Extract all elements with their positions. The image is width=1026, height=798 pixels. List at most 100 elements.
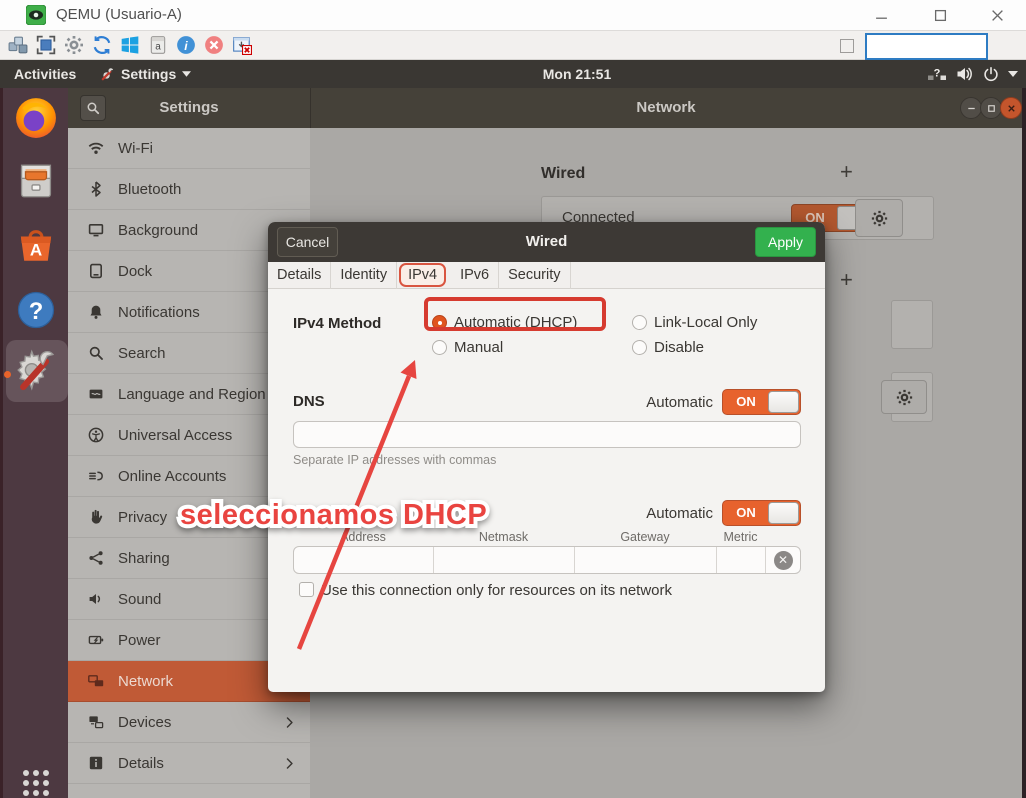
sidebar-item-label: Bluetooth [118,181,181,198]
shutdown-button[interactable] [202,34,225,57]
maximize-button[interactable] [927,3,953,27]
add-vpn-button[interactable]: + [840,267,853,293]
qemu-titlebar: QEMU (Usuario-A) [0,0,1026,31]
gear-gray-button[interactable] [62,34,85,57]
sidebar-item-label: Sharing [118,550,170,567]
tab-details[interactable]: Details [268,262,331,289]
sidebar-item-devices[interactable]: Devices [68,702,310,743]
online-accounts-icon [88,468,104,484]
routes-automatic-label: Automatic [600,505,713,522]
ipv4-method-label: IPv4 Method [293,315,381,332]
method-label: Disable [654,339,704,356]
clock[interactable]: Mon 21:51 [543,60,611,88]
route-gateway-input[interactable] [575,547,717,573]
qemu-app-icon [26,5,46,25]
route-netmask-input[interactable] [434,547,575,573]
refresh-button[interactable] [90,34,113,57]
clear-icon: ✕ [774,551,793,570]
sidebar-item-label: Sound [118,591,161,608]
app-menu[interactable]: Settings [100,60,191,88]
settings-menu-icon [100,67,115,82]
ubuntu-topbar: Activities Settings Mon 21:51 ? [0,60,1026,88]
dock-panel-icon [88,263,104,279]
window-close-button[interactable] [1000,97,1022,119]
sidebar-item-label: Background [118,222,198,239]
method-link-local-only[interactable]: Link-Local Only [632,310,757,335]
dns-input[interactable] [293,421,801,448]
local-only-label: Use this connection only for resources o… [321,582,672,599]
cancel-button[interactable]: Cancel [277,227,338,257]
maximize-icon [986,103,997,114]
screen: QEMU (Usuario-A) ai Activities Settings … [0,0,1026,798]
dock-item-show-applications[interactable] [21,768,51,798]
method-manual[interactable]: Manual [432,335,577,360]
local-only-checkbox[interactable] [299,582,314,597]
desktop-edge [1022,88,1026,798]
background-icon [88,222,104,238]
char-doc-button[interactable]: a [146,34,169,57]
capture-window-button[interactable] [230,34,253,57]
route-metric-input[interactable] [717,547,766,573]
settings-app-icon [12,346,60,394]
sidebar-item-label: Wi-Fi [118,140,153,157]
dock-item-firefox[interactable] [14,96,58,140]
route-input-row: ✕ [293,546,801,574]
network-question-icon[interactable]: ? [927,66,947,82]
vpn-options-button[interactable] [881,380,927,414]
routes-automatic-toggle[interactable]: ON [722,500,801,526]
vm-boxes-icon [8,35,28,55]
tab-security[interactable]: Security [499,262,570,289]
dns-automatic-label: Automatic [600,394,713,411]
close-button[interactable] [984,3,1010,27]
close-icon [991,9,1004,22]
apply-button[interactable]: Apply [755,227,816,257]
wired-options-button[interactable] [855,199,903,237]
sidebar-item-bluetooth[interactable]: Bluetooth [68,169,310,210]
dock-item-settings[interactable] [12,346,60,394]
shutdown-icon [204,35,224,55]
windows-logo-button[interactable] [118,34,141,57]
info-circle-button[interactable]: i [174,34,197,57]
dns-automatic-toggle[interactable]: ON [722,389,801,415]
minimize-button[interactable] [868,3,894,27]
sound-icon [88,591,104,607]
tab-identity[interactable]: Identity [331,262,397,289]
tab-ipv4[interactable]: IPv4 [399,263,446,287]
route-column-metric: Metric [716,530,765,544]
search-icon [88,345,104,361]
minimize-icon [966,103,977,114]
info-square-icon [88,755,104,771]
activities-button[interactable]: Activities [14,60,76,88]
sidebar-item-label: Notifications [118,304,200,321]
window-title: QEMU (Usuario-A) [56,0,182,30]
window-minimize-button[interactable] [960,97,982,119]
caret-down-icon[interactable] [1008,66,1018,82]
volume-icon[interactable] [956,66,974,82]
sidebar-item-details[interactable]: Details [68,743,310,784]
qemu-toolbar-square [840,39,854,53]
route-clear-button[interactable]: ✕ [766,547,800,573]
dialog-tabbar: DetailsIdentityIPv4IPv6Security [268,262,825,289]
firefox-icon [14,96,58,140]
dock-item-help[interactable]: ? [16,290,56,330]
focused-input-box[interactable] [865,33,988,60]
vm-boxes-button[interactable] [6,34,29,57]
sidebar-item-wi-fi[interactable]: Wi-Fi [68,128,310,169]
route-column-gateway: Gateway [574,530,716,544]
gear-icon [896,389,913,406]
dock-item-ubuntu-software[interactable]: A [15,224,57,266]
fullscreen-icon [36,35,56,55]
toggle-knob [768,502,799,524]
fullscreen-button[interactable] [34,34,57,57]
tab-ipv6[interactable]: IPv6 [451,262,499,289]
route-address-input[interactable] [294,547,434,573]
caret-down-icon [182,71,191,77]
method-disable[interactable]: Disable [632,335,757,360]
window-maximize-button[interactable] [980,97,1002,119]
power-icon[interactable] [983,66,999,82]
svg-text:A: A [29,241,41,260]
running-indicator-dot [4,371,11,378]
dock-item-files[interactable] [15,160,57,202]
add-wired-button[interactable]: + [840,159,853,185]
toggle-on-label: ON [723,390,769,414]
